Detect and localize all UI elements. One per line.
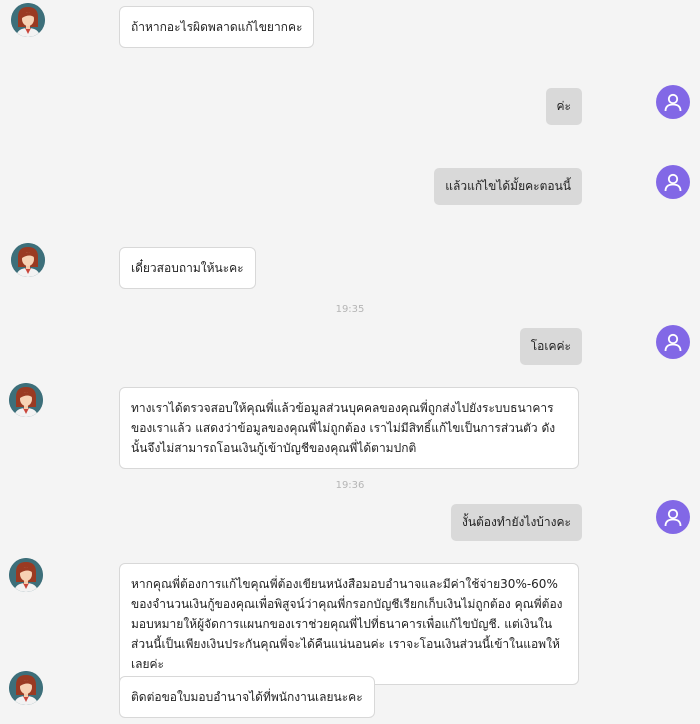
woman-avatar-icon xyxy=(9,558,43,592)
timestamp: 19:36 xyxy=(335,480,365,491)
message-bubble-user: งั้นต้องทำยังไงบ้างคะ xyxy=(450,504,582,541)
user-icon xyxy=(664,333,682,352)
woman-avatar-icon xyxy=(11,243,45,277)
message-bubble-agent: หากคุณพี่ต้องการแก้ไขคุณพี่ต้องเขียนหนัง… xyxy=(119,563,579,685)
user-avatar xyxy=(656,165,690,199)
message-text: งั้นต้องทำยังไงบ้างคะ xyxy=(461,515,571,529)
agent-avatar xyxy=(9,671,43,705)
user-avatar xyxy=(656,85,690,119)
message-text: หากคุณพี่ต้องการแก้ไขคุณพี่ต้องเขียนหนัง… xyxy=(131,577,563,671)
timestamp: 19:35 xyxy=(335,304,365,315)
user-icon xyxy=(664,508,682,527)
woman-avatar-icon xyxy=(9,671,43,705)
user-icon xyxy=(664,93,682,112)
message-text: ถ้าหากอะไรผิดพลาดแก้ไขยากคะ xyxy=(131,20,303,34)
message-text: เดี๋ยวสอบถามให้นะคะ xyxy=(131,261,244,275)
agent-avatar xyxy=(11,3,45,37)
woman-avatar-icon xyxy=(11,3,45,37)
message-bubble-user: โอเคค่ะ xyxy=(519,328,582,365)
message-bubble-agent: ทางเราได้ตรวจสอบให้คุณพี่แล้วข้อมูลส่วนบ… xyxy=(119,387,579,469)
message-bubble-agent: เดี๋ยวสอบถามให้นะคะ xyxy=(119,247,256,289)
user-avatar xyxy=(656,325,690,359)
message-text: ติดต่อขอใบมอบอำนาจได้ที่พนักงานเลยนะคะ xyxy=(131,690,363,704)
message-bubble-agent: ถ้าหากอะไรผิดพลาดแก้ไขยากคะ xyxy=(119,6,315,48)
message-bubble-agent: ติดต่อขอใบมอบอำนาจได้ที่พนักงานเลยนะคะ xyxy=(119,676,375,718)
message-bubble-user: ค่ะ xyxy=(545,88,582,125)
woman-avatar-icon xyxy=(9,383,43,417)
message-bubble-user: แล้วแก้ไขได้มั้ยคะตอนนี้ xyxy=(434,168,582,205)
agent-avatar xyxy=(9,558,43,592)
agent-avatar xyxy=(9,383,43,417)
message-text: ทางเราได้ตรวจสอบให้คุณพี่แล้วข้อมูลส่วนบ… xyxy=(131,401,556,455)
user-avatar xyxy=(656,500,690,534)
message-text: ค่ะ xyxy=(556,99,571,113)
agent-avatar xyxy=(11,243,45,277)
message-text: โอเคค่ะ xyxy=(530,339,571,353)
message-text: แล้วแก้ไขได้มั้ยคะตอนนี้ xyxy=(445,179,571,193)
user-icon xyxy=(664,173,682,192)
